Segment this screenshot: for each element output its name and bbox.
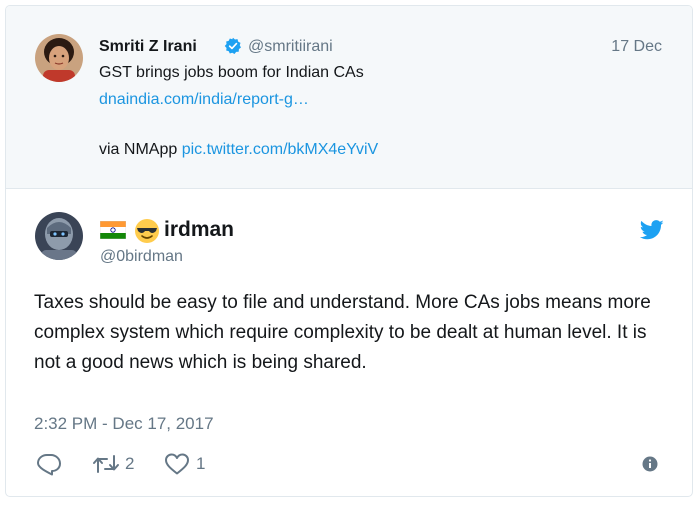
like-count[interactable]: 1 — [196, 454, 205, 474]
tweet-card: Smriti Z Irani @smritiirani 17 Dec GST b… — [5, 5, 693, 497]
retweet-count[interactable]: 2 — [125, 454, 134, 474]
reply-author-avatar[interactable] — [35, 212, 83, 260]
heart-icon[interactable] — [164, 452, 190, 476]
pic-link[interactable]: pic.twitter.com/bkMX4eYviV — [182, 141, 379, 158]
reply-author-handle[interactable]: @0birdman — [100, 248, 183, 266]
reply-author-name[interactable]: irdman — [164, 218, 234, 242]
twitter-bird-icon[interactable] — [640, 220, 664, 240]
quoted-author-avatar[interactable] — [35, 34, 83, 82]
sunglasses-emoji-icon — [135, 219, 159, 243]
reply-tweet-text: Taxes should be easy to file and underst… — [34, 292, 651, 373]
quoted-tweet[interactable]: Smriti Z Irani @smritiirani 17 Dec GST b… — [6, 6, 692, 189]
verified-badge-icon — [224, 37, 241, 54]
india-flag-icon — [100, 221, 126, 239]
info-icon[interactable] — [642, 456, 658, 472]
reply-tweet-timestamp[interactable]: 2:32 PM - Dec 17, 2017 — [34, 414, 214, 434]
reply-icon[interactable] — [36, 452, 62, 476]
retweet-icon[interactable] — [92, 452, 120, 476]
quoted-via-line: via NMApp pic.twitter.com/bkMX4eYviV — [99, 141, 378, 159]
quoted-tweet-date[interactable]: 17 Dec — [611, 38, 662, 56]
quoted-author-handle[interactable]: @smritiirani — [248, 38, 333, 56]
quoted-article-link[interactable]: dnaindia.com/india/report-g… — [99, 91, 309, 109]
via-prefix: via NMApp — [99, 141, 182, 158]
quoted-tweet-text: GST brings jobs boom for Indian CAs — [99, 64, 364, 81]
quoted-author-name[interactable]: Smriti Z Irani — [99, 38, 197, 56]
